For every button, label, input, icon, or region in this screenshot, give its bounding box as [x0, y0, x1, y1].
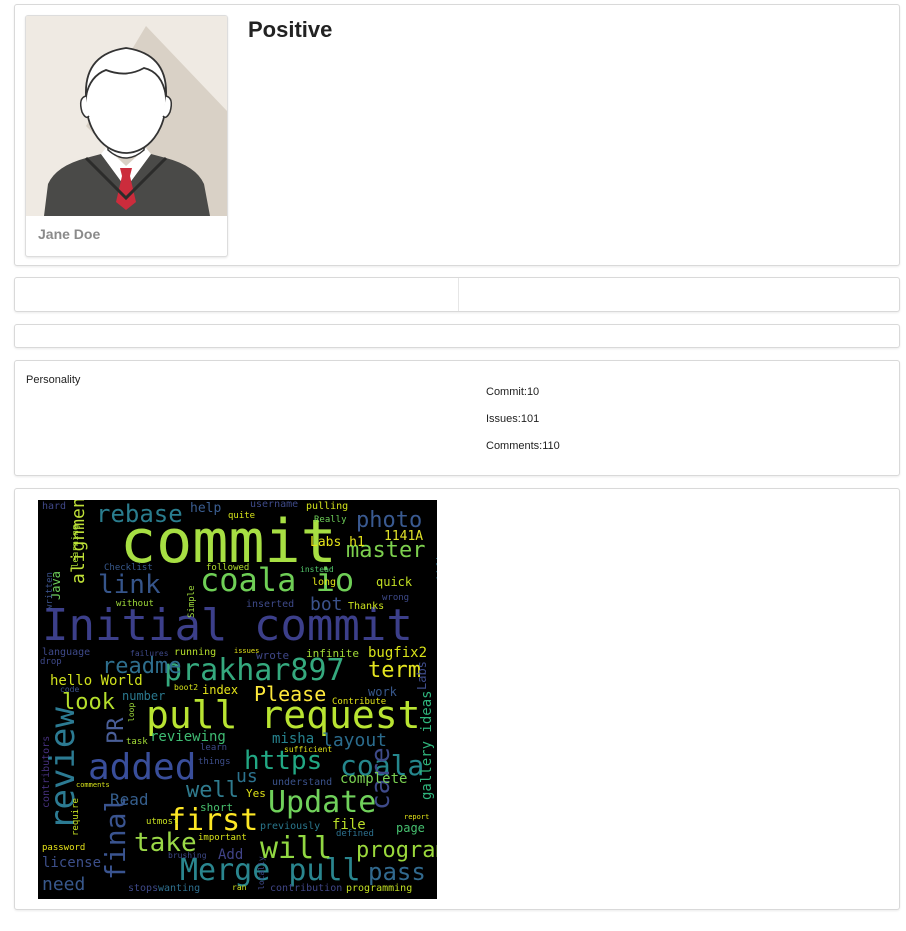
wordcloud-word: learning	[71, 524, 81, 568]
wordcloud-word: failures	[130, 649, 169, 658]
wordcloud-word: report	[404, 813, 430, 821]
wordcloud-word: bugfix2	[368, 645, 428, 661]
wordcloud-word: contributors	[41, 735, 52, 808]
wordcloud-word: Please	[254, 682, 327, 706]
wordcloud-word: look	[62, 690, 115, 715]
wordcloud-word: reviewing	[150, 729, 226, 745]
wordcloud-word: link	[98, 570, 161, 600]
wordcloud-word: us	[236, 766, 258, 787]
wordcloud-word: learn	[200, 743, 228, 753]
wordcloud-word: Thanks	[348, 601, 385, 612]
wordcloud-word: written	[45, 572, 55, 610]
wordcloud-word: require	[71, 798, 81, 836]
personality-label: Personality	[26, 374, 81, 386]
wordcloud-word: Yes	[246, 787, 266, 800]
wordcloud-word: username	[250, 500, 299, 510]
issues-count: Issues:101	[486, 413, 540, 425]
wordcloud-word: long	[312, 577, 337, 588]
wordcloud-word: stops	[128, 883, 159, 894]
wordcloud-word: Read	[110, 790, 149, 809]
wordcloud-word: hard	[42, 501, 67, 512]
wordcloud-word: drop	[40, 657, 62, 667]
wordcloud-word: running	[174, 647, 217, 658]
wordcloud-word: without	[116, 599, 154, 609]
wordcloud-word: page	[396, 821, 425, 835]
wordcloud-word: things	[198, 757, 231, 767]
profile-panel: Jane Doe Positive	[14, 4, 900, 266]
wordcloud-word: PR	[104, 717, 129, 745]
wordcloud-word: previously	[260, 821, 321, 832]
wordcloud-word: need	[42, 874, 86, 895]
wordcloud-word: Really	[314, 515, 347, 525]
wordcloud-word: Labs h1	[310, 535, 365, 550]
empty-panel-split	[14, 277, 900, 312]
profile-card[interactable]: Jane Doe	[25, 15, 228, 257]
wordcloud-panel: commit Initial commit pull request review ad…	[14, 488, 900, 910]
wordcloud-word: wanting	[158, 883, 201, 894]
wordcloud-word: sufficient	[284, 745, 333, 754]
wordcloud-word: term	[368, 658, 421, 683]
wordcloud-word: password	[42, 843, 86, 853]
wordcloud-word: index	[202, 683, 239, 697]
wordcloud-word: comments	[76, 781, 110, 789]
wordcloud-word: understand	[272, 777, 333, 788]
wordcloud-word: important	[198, 833, 247, 843]
wordcloud-word: will	[260, 831, 333, 866]
wordcloud-word: number	[122, 689, 166, 703]
wordcloud-word: bot	[310, 594, 343, 615]
wordcloud-word: task	[126, 737, 148, 747]
personality-panel: Personality Commit:10 Issues:101 Comment…	[14, 360, 900, 476]
wordcloud-word: contribution	[270, 883, 343, 894]
wordcloud-word: followed	[206, 563, 250, 573]
wordcloud-word: pass	[368, 858, 426, 886]
wordcloud-word: instead	[300, 565, 334, 574]
wordcloud-word: wrong	[382, 593, 410, 603]
wordcloud-word: pulling	[306, 501, 349, 512]
wordcloud-word: short	[200, 801, 234, 814]
profile-name: Jane Doe	[38, 226, 101, 242]
wordcloud-word: quick	[376, 575, 413, 589]
comments-count: Comments:110	[486, 440, 560, 452]
wordcloud-word: rebase	[96, 500, 183, 528]
wordcloud-word: loop	[127, 702, 136, 722]
page-title: Positive	[248, 17, 333, 42]
wordcloud-word: locally	[257, 856, 266, 890]
wordcloud-word: guidelines	[435, 541, 437, 590]
wordcloud-word: utmost	[146, 817, 179, 827]
wordcloud-word: gallery ideas	[419, 690, 435, 800]
avatar-illustration	[26, 16, 227, 216]
wordcloud-word: well	[186, 778, 239, 803]
wordcloud-word: Simple	[187, 585, 197, 618]
wordcloud-word: quite	[228, 511, 256, 521]
wordcloud-word: complete	[340, 771, 408, 787]
wordcloud-word: code	[60, 685, 80, 694]
wordcloud-word: programming	[346, 883, 413, 894]
wordcloud-word: ran	[232, 883, 247, 892]
wordcloud-word: inserted	[246, 599, 295, 610]
wordcloud-word: issues	[234, 647, 260, 655]
wordcloud-word: Add	[218, 847, 244, 863]
wordcloud-word: infinite	[306, 647, 359, 660]
avatar	[26, 16, 227, 216]
word-cloud-image: commit Initial commit pull request review ad…	[38, 500, 437, 899]
wordcloud-word: boot2	[174, 683, 199, 692]
wordcloud-word: Contribute	[332, 697, 387, 707]
wordcloud-word: help	[190, 501, 222, 516]
wordcloud-word: Checklist	[104, 563, 153, 573]
wordcloud-word: Labs	[415, 661, 429, 690]
commit-count: Commit:10	[486, 386, 540, 398]
wordcloud-word: misha	[272, 731, 315, 747]
column-divider	[458, 278, 459, 311]
wordcloud-word: defined	[336, 829, 374, 839]
wordcloud-word: Update	[268, 785, 377, 820]
stats-list: Commit:10 Issues:101 Comments:110	[486, 386, 560, 467]
wordcloud-word: wrote	[256, 649, 290, 662]
wordcloud-word: brushing	[168, 851, 207, 860]
wordcloud-word: 1141A	[384, 529, 424, 544]
wordcloud-word: license	[42, 855, 102, 871]
empty-panel	[14, 324, 900, 348]
